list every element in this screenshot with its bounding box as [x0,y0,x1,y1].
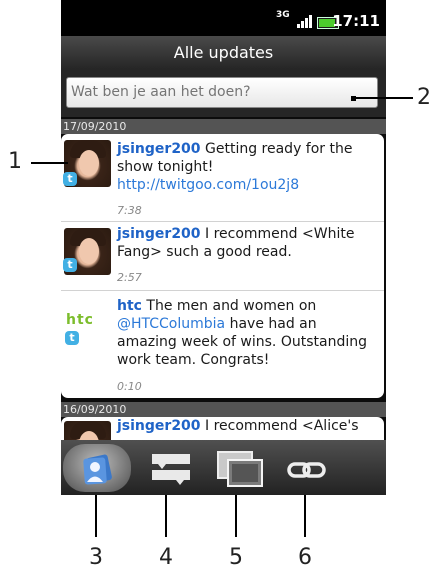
callout-number-3: 3 [89,545,103,570]
callout-number-5: 5 [229,545,243,570]
tweet-text: I recommend <Alice's [205,418,359,434]
status-input[interactable] [67,78,361,105]
tweet-link[interactable]: http://twitgoo.com/1ou2j8 [117,177,299,193]
tweet-username[interactable]: jsinger200 [117,226,201,242]
tweet-username[interactable]: jsinger200 [117,418,201,434]
people-icon [83,454,112,485]
callout-line-1 [31,162,68,164]
status-time: 17:11 [332,12,380,30]
date-header: 17/09/2010 [61,119,386,134]
tweet-username[interactable]: htc [117,298,142,314]
htc-logo: htc [66,312,94,328]
tweet-text: The men and women on [146,298,317,314]
twitter-icon: t [63,172,77,186]
network-type: 3G [276,10,290,20]
link-icon [287,462,326,478]
callout-line-5 [235,495,237,537]
twitter-icon: t [63,258,77,272]
updates-list: t jsinger200 Getting ready for the show … [61,134,384,398]
phone-screen: 3G 17:11 Alle updates 17/09/2010 t jsing… [61,0,386,495]
page-title: Alle updates [173,43,274,62]
callout-number-2: 2 [417,85,431,110]
callout-number-4: 4 [159,545,173,570]
callout-line-3 [95,495,97,537]
callout-line-6 [304,495,306,537]
callout-line-2 [353,97,413,99]
callout-number-6: 6 [298,545,312,570]
status-input-box[interactable] [66,77,378,108]
list-item[interactable]: t jsinger200 I recommend <White Fang> su… [61,222,384,291]
status-bar: 3G 17:11 [61,0,386,36]
tweet-mention[interactable]: @HTCColumbia [117,316,225,332]
tweet-time: 2:57 [117,271,142,284]
list-item[interactable]: t jsinger200 Getting ready for the show … [61,134,384,222]
title-bar: Alle updates [61,36,386,69]
updates-icon [152,454,190,485]
tweet-username[interactable]: jsinger200 [117,141,201,157]
compose-bar [61,69,386,117]
signal-icon [297,14,313,28]
tweet-time: 7:38 [117,204,142,217]
photos-icon [217,451,263,487]
tab-bar [61,440,386,495]
twitter-icon: t [65,331,79,345]
tab-people[interactable] [63,444,131,492]
date-header: 16/09/2010 [61,402,386,417]
list-item[interactable]: htc t htc The men and women on @HTCColum… [61,291,384,398]
callout-line-4 [165,495,167,537]
tab-updates[interactable] [136,442,206,494]
callout-number-1: 1 [8,149,22,174]
tweet-time: 0:10 [117,380,142,393]
tab-photos[interactable] [204,442,274,494]
tab-links[interactable] [272,442,342,494]
